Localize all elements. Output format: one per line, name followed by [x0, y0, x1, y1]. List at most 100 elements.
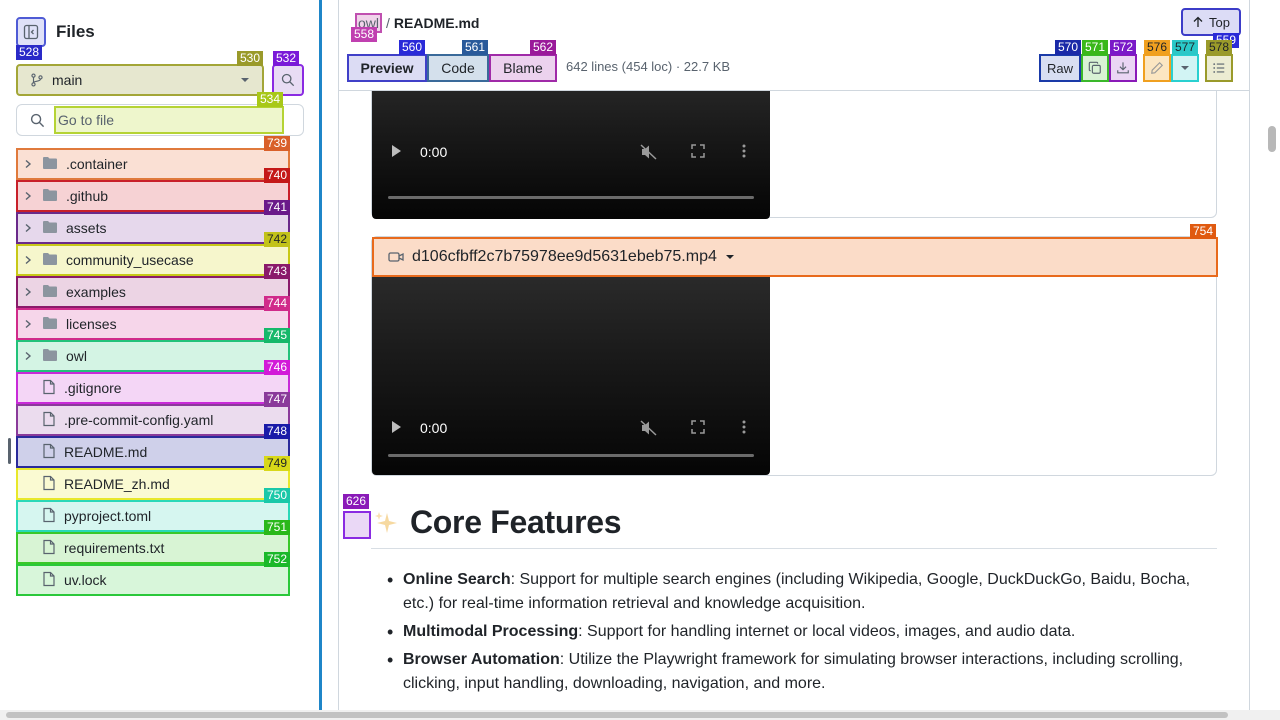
- file-icon: [42, 411, 56, 430]
- tree-item-label: README.md: [64, 444, 148, 460]
- edit-options-button[interactable]: [1171, 54, 1199, 82]
- muted-icon: [640, 420, 657, 436]
- file-actions: Raw: [1039, 54, 1233, 82]
- download-icon: [1116, 61, 1130, 75]
- tree-item-label: .container: [66, 156, 128, 172]
- tree-item-assets[interactable]: assets 741: [16, 200, 290, 244]
- chevron-right-icon[interactable]: [20, 287, 36, 297]
- video-embed: d106cfbff2c7b75978ee9d5631ebeb75.mp4 754…: [371, 224, 1218, 476]
- tree-item-tag: 740: [263, 168, 290, 183]
- search-icon: [281, 73, 295, 87]
- go-to-file-input[interactable]: [54, 106, 284, 134]
- vertical-scrollbar-thumb[interactable]: [1268, 126, 1276, 152]
- video-filename-summary[interactable]: d106cfbff2c7b75978ee9d5631ebeb75.mp4: [372, 237, 1218, 277]
- tree-item-tag: 751: [263, 520, 290, 535]
- tree-item-tag: 744: [263, 296, 290, 311]
- tree-item-requirements-txt[interactable]: requirements.txt 751: [16, 520, 290, 564]
- tree-item-label: examples: [66, 284, 126, 300]
- raw-button[interactable]: Raw: [1039, 54, 1081, 82]
- download-button-tag: 572: [1110, 40, 1137, 55]
- play-button[interactable]: [390, 144, 402, 158]
- fullscreen-button[interactable]: [691, 144, 705, 158]
- outline-button[interactable]: [1205, 54, 1233, 82]
- folder-icon: [42, 252, 58, 269]
- tree-item-examples[interactable]: examples 743: [16, 264, 290, 308]
- pencil-icon: [1150, 61, 1164, 75]
- tree-item-community-usecase[interactable]: community_usecase 742: [16, 232, 290, 276]
- tree-item-label: owl: [66, 348, 88, 364]
- breadcrumb-tag: 558: [351, 27, 378, 42]
- tree-item-pyproject-toml[interactable]: pyproject.toml 750: [16, 488, 290, 532]
- horizontal-scrollbar[interactable]: [0, 710, 1280, 720]
- copy-icon: [1088, 61, 1102, 75]
- tree-item-readme-md[interactable]: README.md 748: [16, 424, 290, 468]
- tree-item-tag: 739: [263, 136, 290, 151]
- tab-code[interactable]: Code: [427, 54, 489, 82]
- play-button[interactable]: [390, 420, 402, 434]
- kebab-icon: [742, 420, 746, 434]
- heading-anchor-tag: 626: [343, 494, 370, 509]
- tab-preview[interactable]: Preview: [347, 54, 427, 82]
- mute-button[interactable]: [640, 420, 658, 436]
- chevron-right-icon[interactable]: [20, 191, 36, 201]
- sidebar-collapse-icon: [23, 24, 39, 40]
- play-icon: [392, 421, 401, 433]
- chevron-right-icon[interactable]: [20, 223, 36, 233]
- video-player[interactable]: 0:00: [372, 277, 770, 475]
- fullscreen-button[interactable]: [691, 420, 705, 434]
- tree-item-gitignore[interactable]: .gitignore 746: [16, 360, 290, 404]
- tree-item-label: assets: [66, 220, 107, 236]
- caret-down-icon: [1180, 63, 1190, 73]
- video-time: 0:00: [420, 144, 448, 160]
- more-button-tag: 577: [1172, 40, 1199, 55]
- tree-item-pre-commit-config-yaml[interactable]: .pre-commit-config.yaml 747: [16, 392, 290, 436]
- tree-item-label: .gitignore: [64, 380, 122, 396]
- tree-item-label: pyproject.toml: [64, 508, 152, 524]
- download-button[interactable]: [1109, 54, 1137, 82]
- tree-item-label: README_zh.md: [64, 476, 170, 492]
- horizontal-scrollbar-thumb[interactable]: [6, 712, 1228, 718]
- file-header: owl / README.md 558 Top 559 Preview Code…: [339, 0, 1249, 91]
- sidebar-resize-divider[interactable]: [319, 0, 322, 720]
- mute-button[interactable]: [640, 144, 658, 160]
- chevron-right-icon[interactable]: [20, 159, 36, 169]
- chevron-right-icon[interactable]: [20, 255, 36, 265]
- branch-selector[interactable]: main: [16, 64, 264, 96]
- sidebar-drag-handle[interactable]: [8, 438, 11, 464]
- copy-raw-button[interactable]: [1081, 54, 1109, 82]
- chevron-right-icon[interactable]: [20, 351, 36, 361]
- sidebar-header: Files: [16, 16, 95, 48]
- tree-item-licenses[interactable]: licenses 744: [16, 296, 290, 340]
- caret-down-icon: [240, 75, 250, 85]
- video-player[interactable]: 0:00: [372, 71, 770, 219]
- list-unordered-icon: [1212, 61, 1226, 75]
- video-embed: 0:00: [371, 70, 1217, 219]
- folder-icon: [42, 348, 58, 365]
- back-to-top-button[interactable]: Top: [1181, 8, 1241, 36]
- file-tree: .container 739 .github 740 assets 741 communit…: [16, 136, 290, 596]
- fullscreen-icon: [691, 144, 705, 158]
- edit-file-button[interactable]: [1143, 54, 1171, 82]
- go-to-file-box: [16, 104, 304, 136]
- video-options-button[interactable]: [742, 143, 746, 159]
- folder-icon: [42, 316, 58, 333]
- tree-item-github[interactable]: .github 740: [16, 168, 290, 212]
- blame-tab-tag: 562: [530, 40, 557, 55]
- sparkles-icon: [373, 510, 399, 536]
- chevron-right-icon[interactable]: [20, 319, 36, 329]
- video-progress-bar[interactable]: [388, 196, 754, 199]
- tree-item-readme-zh-md[interactable]: README_zh.md 749: [16, 456, 290, 500]
- tree-item-uv-lock[interactable]: uv.lock 752: [16, 552, 290, 596]
- heading-anchor-link[interactable]: [343, 511, 371, 539]
- tree-item-label: .github: [66, 188, 109, 204]
- tree-item-label: .pre-commit-config.yaml: [64, 412, 214, 428]
- tree-item-owl[interactable]: owl 745: [16, 328, 290, 372]
- play-icon: [392, 145, 401, 157]
- collapse-sidebar-button[interactable]: [16, 17, 46, 47]
- feature-list-item: Browser Automation: Utilize the Playwrig…: [387, 648, 1223, 696]
- video-options-button[interactable]: [742, 419, 746, 435]
- readme-content: 0:00 d106cfbff2c7b75978ee9d5631ebeb75.mp…: [339, 70, 1249, 712]
- tab-blame[interactable]: Blame: [489, 54, 557, 82]
- tree-item-container[interactable]: .container 739: [16, 136, 290, 180]
- video-progress-bar[interactable]: [388, 454, 754, 457]
